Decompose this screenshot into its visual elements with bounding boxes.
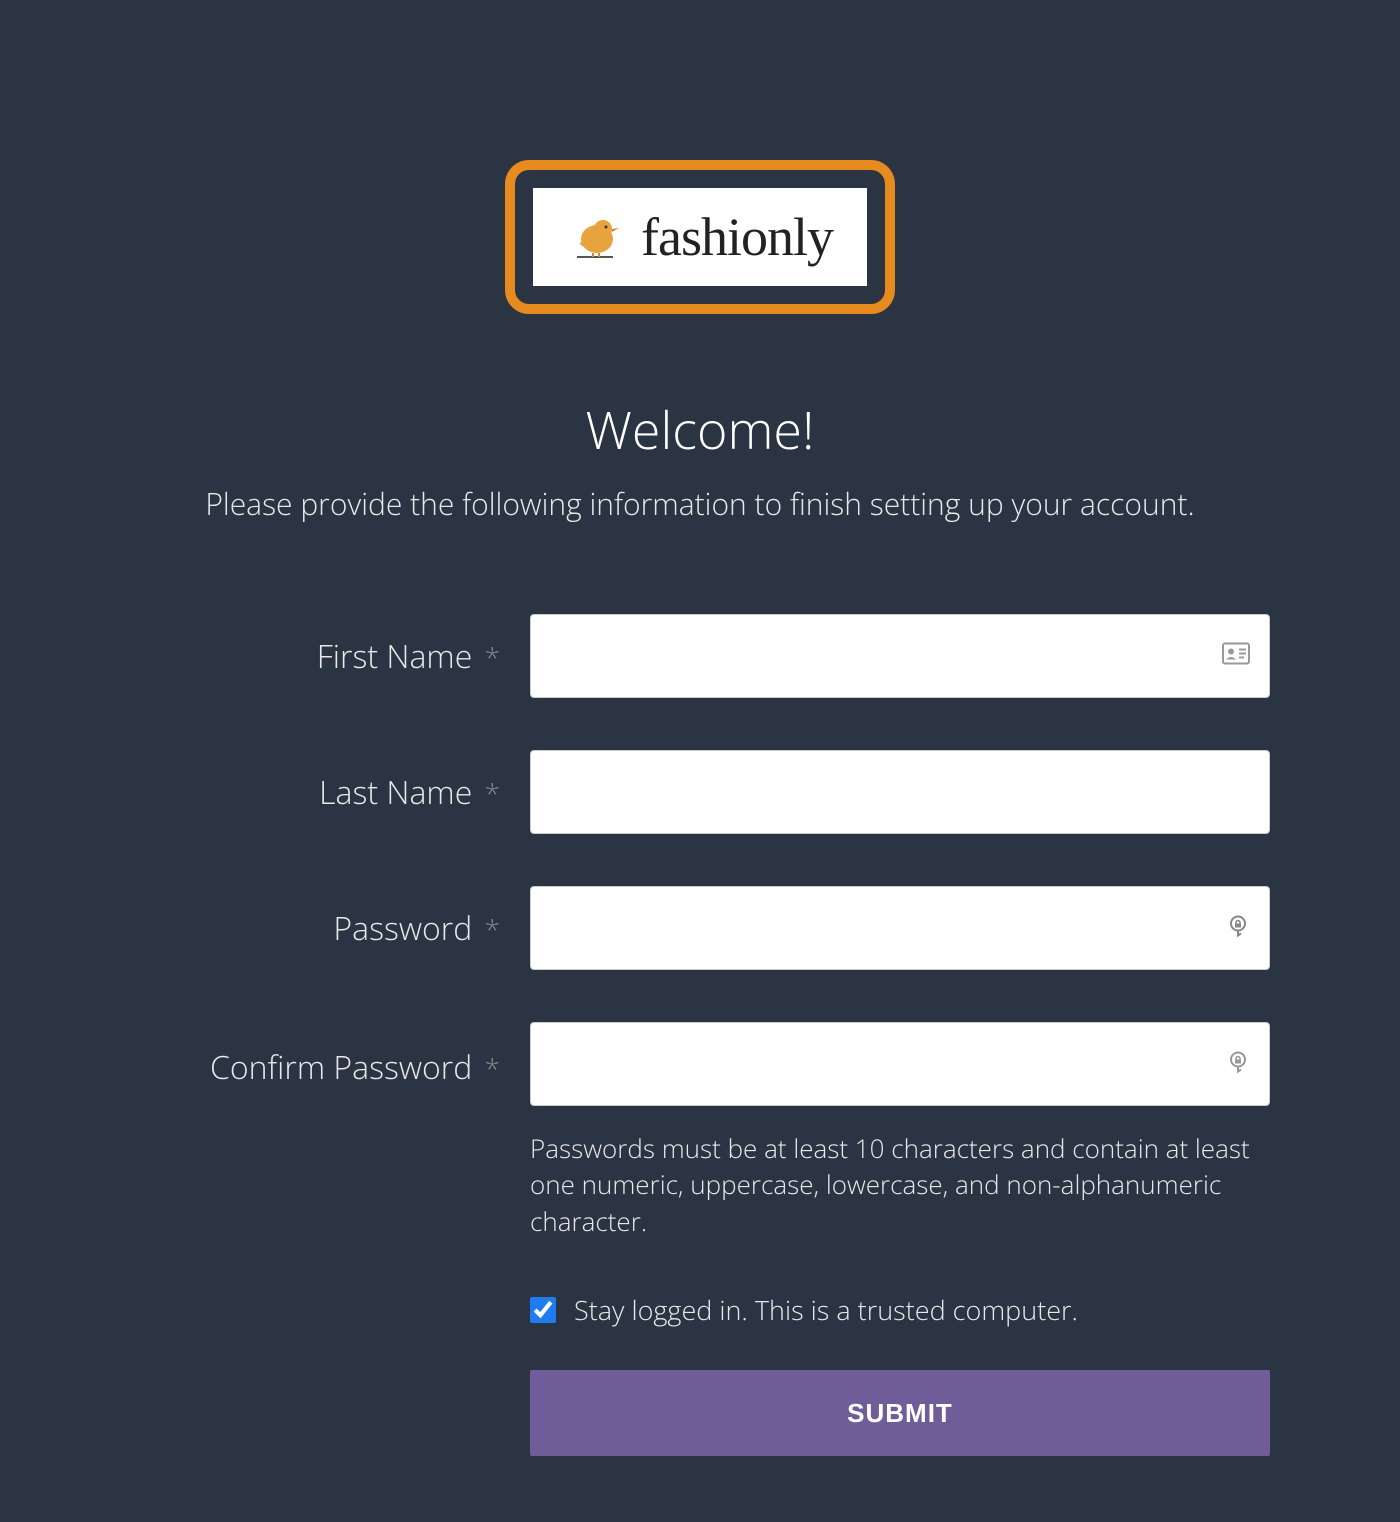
- required-asterisk: *: [485, 1050, 500, 1088]
- logo: fashionly: [533, 188, 867, 286]
- first-name-label-text: First Name: [317, 635, 473, 678]
- brand-name: fashionly: [641, 206, 833, 268]
- required-asterisk: *: [485, 911, 500, 949]
- first-name-row: First Name *: [130, 614, 1270, 698]
- required-asterisk: *: [485, 775, 500, 813]
- last-name-label-text: Last Name: [319, 771, 472, 814]
- last-name-input[interactable]: [530, 750, 1270, 834]
- last-name-row: Last Name *: [130, 750, 1270, 834]
- required-asterisk: *: [485, 639, 500, 677]
- stay-logged-in-checkbox[interactable]: [530, 1297, 556, 1323]
- confirm-password-label-text: Confirm Password: [210, 1046, 472, 1089]
- logo-frame: fashionly: [505, 160, 895, 314]
- stay-logged-in-label: Stay logged in. This is a trusted comput…: [574, 1291, 1078, 1328]
- first-name-input[interactable]: [530, 614, 1270, 698]
- password-input[interactable]: [530, 886, 1270, 970]
- confirm-password-row: Confirm Password * Passwords must: [130, 1022, 1270, 1239]
- confirm-password-input[interactable]: [530, 1022, 1270, 1106]
- id-card-icon: [1222, 643, 1250, 670]
- stay-logged-in-row: Stay logged in. This is a trusted comput…: [530, 1291, 1270, 1328]
- signup-form-container: fashionly Welcome! Please provide the fo…: [60, 40, 1340, 1456]
- last-name-label: Last Name *: [130, 771, 530, 814]
- bird-icon: [567, 209, 623, 265]
- page-subheading: Please provide the following information…: [60, 483, 1340, 524]
- first-name-label: First Name *: [130, 635, 530, 678]
- password-label: Password *: [130, 907, 530, 950]
- confirm-password-label: Confirm Password *: [130, 1022, 530, 1089]
- password-label-text: Password: [333, 907, 472, 950]
- signup-form: First Name * Last: [130, 614, 1270, 1456]
- submit-button[interactable]: SUBMIT: [530, 1370, 1270, 1456]
- key-icon: [1226, 914, 1250, 943]
- key-icon: [1226, 1050, 1250, 1079]
- password-row: Password *: [130, 886, 1270, 970]
- logo-wrap: fashionly: [60, 160, 1340, 314]
- page-heading: Welcome!: [60, 394, 1340, 465]
- password-helper-text: Passwords must be at least 10 characters…: [530, 1130, 1270, 1239]
